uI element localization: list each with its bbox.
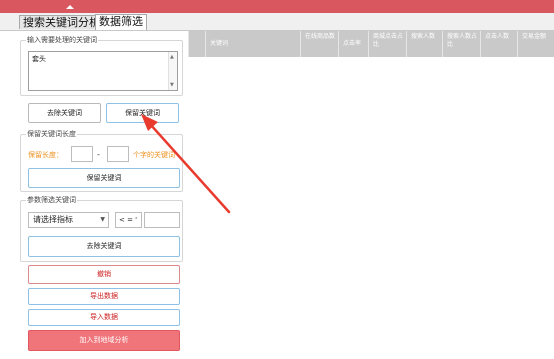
add-to-region-analysis-button[interactable]: 加入到地域分析 [28, 330, 180, 351]
col-transaction-amount[interactable]: 交易金额 [517, 31, 554, 57]
col-online-products[interactable]: 在线商品数 [300, 31, 338, 57]
operator-select[interactable]: < = ' [115, 212, 142, 228]
param-filter-group-label: 参数筛选关键词 [26, 195, 77, 205]
keyword-textarea[interactable]: 套头 ▲ ▼ [28, 51, 178, 91]
col-search-users[interactable]: 搜索人数 [406, 31, 442, 57]
scroll-up-icon[interactable]: ▲ [170, 54, 174, 60]
col-click-users[interactable]: 点击人数 [480, 31, 517, 57]
indicator-select-value: 请选择指标 [33, 215, 73, 224]
keyword-input-group-label: 输入需要处理的关键词 [26, 35, 98, 45]
param-value-input[interactable] [144, 212, 180, 228]
keyword-textarea-value: 套头 [32, 55, 46, 63]
export-data-button[interactable]: 导出数据 [28, 288, 180, 305]
indicator-select[interactable]: 请选择指标 ▼ [28, 212, 109, 228]
scroll-down-icon[interactable]: ▼ [170, 82, 174, 88]
max-length-input[interactable] [107, 146, 129, 162]
length-range-dash: - [97, 150, 100, 159]
col-keyword[interactable]: 关键词 [205, 31, 300, 57]
length-label: 保留长度： [28, 151, 63, 159]
length-suffix-label: 个字的关键词 [133, 151, 175, 159]
chevron-down-icon: ▼ [100, 216, 105, 223]
row-selector-header[interactable] [188, 31, 205, 57]
tab-keyword-analysis[interactable]: 搜索关键词分析 [19, 15, 104, 29]
col-search-user-share[interactable]: 搜索人数占比 [442, 31, 480, 57]
length-group-label: 保留关键词长度 [26, 129, 77, 139]
tab-strip: 搜索关键词分析 数据筛选 [0, 13, 554, 31]
window-titlebar [0, 0, 554, 13]
results-grid-body[interactable] [188, 57, 554, 359]
keep-length-button[interactable]: 保留关键词 [28, 168, 180, 188]
collapse-caret-icon[interactable] [66, 5, 74, 9]
col-ctr[interactable]: 点击率 [338, 31, 368, 57]
undo-button[interactable]: 撤销 [28, 265, 180, 284]
min-length-input[interactable] [71, 146, 93, 162]
results-grid-header: 关键词 在线商品数 点击率 商城点击占比 搜索人数 搜索人数占比 点击人数 交易… [188, 31, 554, 57]
textarea-scrollbar[interactable]: ▲ ▼ [168, 52, 177, 90]
remove-keywords-button[interactable]: 去除关键词 [28, 103, 101, 123]
param-remove-button[interactable]: 去除关键词 [28, 236, 180, 257]
tab-data-filter[interactable]: 数据筛选 [95, 14, 147, 30]
col-mall-click-share[interactable]: 商城点击占比 [368, 31, 406, 57]
import-data-button[interactable]: 导入数据 [28, 309, 180, 326]
keep-keywords-button[interactable]: 保留关键词 [106, 103, 179, 123]
